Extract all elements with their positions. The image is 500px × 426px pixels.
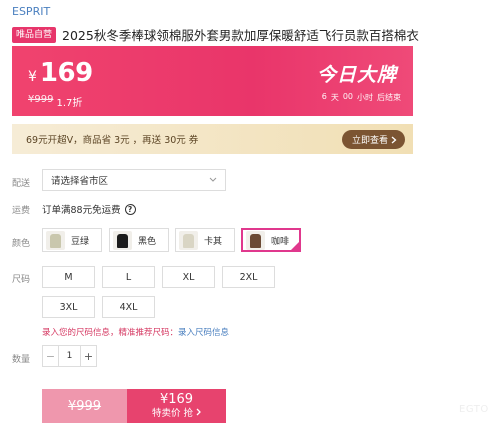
color-option-label: 卡其	[204, 236, 223, 247]
size-hint-text: 录入您的尺码信息，精准推荐尺码：	[42, 328, 179, 338]
deal-title: 今日大牌	[316, 64, 397, 86]
color-option-label: 咖啡	[271, 236, 290, 247]
view-now-button[interactable]: 立即查看	[341, 130, 405, 149]
help-circle-icon[interactable]: ?	[124, 203, 136, 215]
brand-name[interactable]: ESPRIT	[12, 5, 50, 18]
color-option[interactable]: 豆绿	[42, 228, 102, 252]
region-select[interactable]: 请选择省市区	[42, 169, 226, 191]
chevron-right-icon	[196, 408, 201, 415]
product-title: 2025秋冬季棒球领棉服外套男款加厚保暖舒适飞行员款百搭棉衣	[62, 28, 419, 43]
delivery-label: 配送	[12, 179, 31, 189]
color-option[interactable]: 咖啡	[241, 228, 301, 252]
countdown-hours-unit: 小时	[357, 93, 373, 102]
coupon-text: 69元开超V，商品省 3元 ，再送 30元 券	[26, 135, 199, 146]
color-swatch-image	[46, 230, 65, 250]
original-price-button[interactable]: ¥999	[42, 389, 127, 423]
color-swatch-image	[113, 230, 132, 250]
size-info-link[interactable]: 录入尺码信息	[178, 328, 229, 338]
coupon-bar: 69元开超V，商品省 3元 ，再送 30元 券 立即查看	[12, 124, 413, 154]
quantity-value[interactable]: 1	[58, 346, 81, 366]
currency-symbol: ¥	[28, 69, 37, 85]
selected-check-icon	[290, 241, 300, 251]
jacket-thumbnail	[50, 233, 61, 248]
buy-original-price: ¥999	[67, 398, 102, 414]
color-option-label: 黑色	[138, 236, 157, 247]
color-swatch-image	[246, 230, 265, 250]
quantity-decrease-button[interactable]: −	[43, 346, 58, 366]
buy-label: 特卖价 抢	[151, 407, 193, 419]
quantity-label: 数量	[12, 355, 31, 365]
price-sub: ¥999 1.7折	[28, 94, 82, 109]
current-price: ¥ 169	[28, 58, 93, 88]
buy-now-button[interactable]: ¥169 特卖价 抢	[127, 389, 226, 423]
countdown: 6 天 00 小时 后结束	[322, 92, 401, 103]
shipping-label: 运费	[12, 206, 31, 216]
size-hint: 录入您的尺码信息，精准推荐尺码：录入尺码信息	[42, 326, 229, 338]
discount-label: 1.7折	[56, 98, 83, 109]
original-price: ¥999	[28, 94, 54, 105]
countdown-days: 6	[321, 92, 327, 101]
countdown-suffix: 后结束	[377, 93, 401, 102]
size-option[interactable]: M	[42, 266, 95, 288]
countdown-days-unit: 天	[330, 93, 339, 102]
product-title-row: 唯品自营 2025秋冬季棒球领棉服外套男款加厚保暖舒适飞行员款百搭棉衣	[12, 25, 419, 44]
color-option[interactable]: 黑色	[109, 228, 169, 252]
color-swatch-image	[179, 230, 198, 250]
watermark: EGTO	[459, 404, 489, 415]
shipping-text: 订单满88元免运费	[42, 205, 121, 216]
price-panel: ¥ 169 ¥999 1.7折 今日大牌 6 天 00 小时 后结束	[12, 46, 413, 116]
color-option[interactable]: 卡其	[175, 228, 235, 252]
region-placeholder: 请选择省市区	[51, 176, 109, 187]
self-operated-badge: 唯品自营	[12, 26, 57, 43]
countdown-hours: 00	[342, 92, 353, 101]
size-option[interactable]: 3XL	[42, 296, 95, 318]
buy-label-row: 特卖价 抢	[152, 408, 201, 420]
size-option[interactable]: L	[102, 266, 155, 288]
price-value: 169	[39, 58, 93, 88]
size-option[interactable]: XL	[162, 266, 215, 288]
size-label: 尺码	[12, 275, 31, 285]
size-option[interactable]: 2XL	[222, 266, 275, 288]
chevron-down-icon	[209, 177, 217, 182]
quantity-increase-button[interactable]: +	[81, 346, 96, 366]
size-option[interactable]: 4XL	[102, 296, 155, 318]
buy-price: ¥169	[159, 391, 194, 407]
color-option-label: 豆绿	[71, 236, 90, 247]
jacket-thumbnail	[183, 233, 194, 248]
jacket-thumbnail	[117, 233, 128, 248]
shipping-info: 订单满88元免运费 ?	[42, 202, 136, 216]
chevron-right-icon	[391, 136, 397, 143]
jacket-thumbnail	[250, 233, 261, 248]
quantity-stepper: − 1 +	[42, 345, 97, 367]
color-label: 颜色	[12, 239, 31, 249]
view-now-label: 立即查看	[351, 136, 388, 146]
